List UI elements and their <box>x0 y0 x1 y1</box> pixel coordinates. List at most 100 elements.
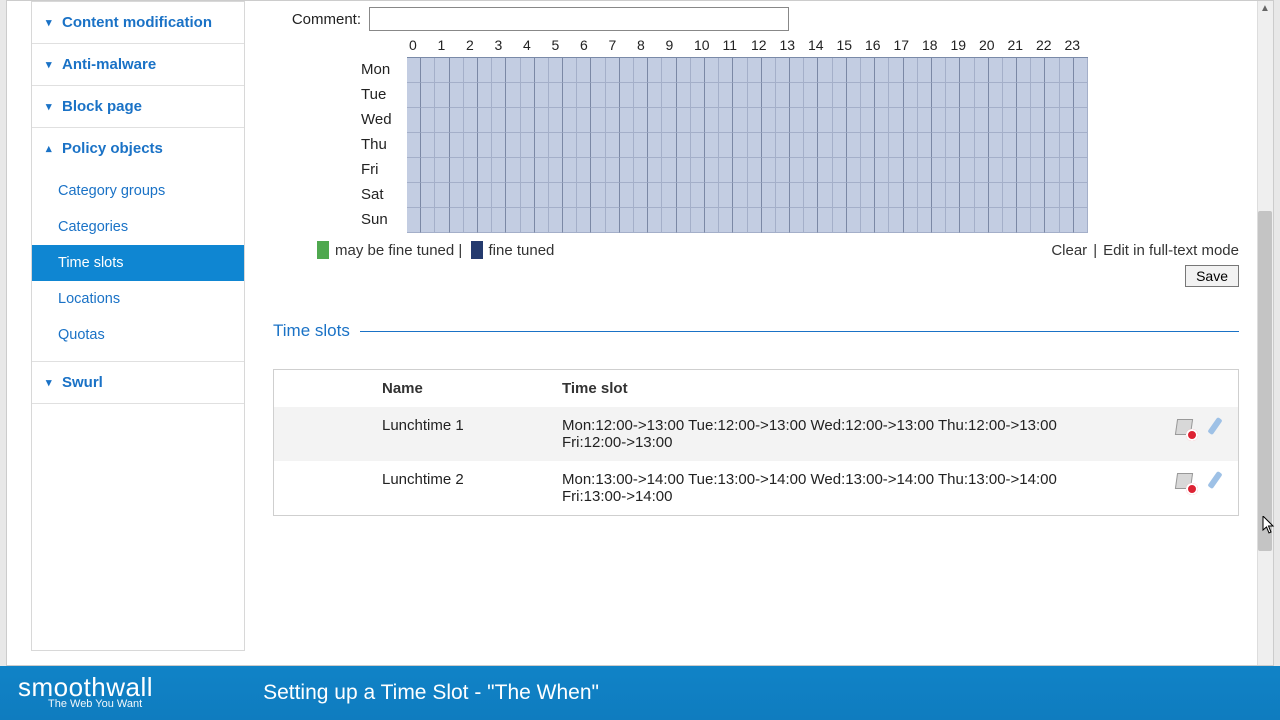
sidebar-item-categories[interactable]: Categories <box>32 209 244 245</box>
grid-cell[interactable] <box>492 158 506 183</box>
grid-cell[interactable] <box>989 58 1003 83</box>
grid-cell[interactable] <box>435 208 449 233</box>
grid-cell[interactable] <box>591 133 605 158</box>
grid-cell[interactable] <box>606 158 620 183</box>
grid-cell[interactable] <box>549 108 563 133</box>
grid-cell[interactable] <box>1031 133 1045 158</box>
grid-cell[interactable] <box>464 158 478 183</box>
grid-cell[interactable] <box>989 108 1003 133</box>
grid-cell[interactable] <box>662 108 676 133</box>
grid-cell[interactable] <box>478 83 492 108</box>
grid-cell[interactable] <box>861 183 875 208</box>
grid-cell[interactable] <box>946 183 960 208</box>
grid-row[interactable] <box>407 158 1088 183</box>
grid-cell[interactable] <box>1074 108 1088 133</box>
grid-cell[interactable] <box>478 158 492 183</box>
grid-cell[interactable] <box>847 58 861 83</box>
grid-cell[interactable] <box>435 83 449 108</box>
grid-cell[interactable] <box>733 58 747 83</box>
grid-cell[interactable] <box>989 133 1003 158</box>
grid-cell[interactable] <box>1060 208 1074 233</box>
grid-cell[interactable] <box>478 183 492 208</box>
grid-cell[interactable] <box>421 58 435 83</box>
grid-cell[interactable] <box>535 133 549 158</box>
edit-icon[interactable] <box>1208 417 1230 439</box>
grid-cell[interactable] <box>932 58 946 83</box>
grid-cell[interactable] <box>450 133 464 158</box>
grid-cell[interactable] <box>549 183 563 208</box>
grid-cell[interactable] <box>889 133 903 158</box>
save-button[interactable]: Save <box>1185 265 1239 287</box>
grid-cell[interactable] <box>818 108 832 133</box>
grid-cell[interactable] <box>591 183 605 208</box>
grid-cell[interactable] <box>606 108 620 133</box>
grid-cell[interactable] <box>989 158 1003 183</box>
grid-cell[interactable] <box>1031 83 1045 108</box>
grid-cell[interactable] <box>691 183 705 208</box>
grid-cell[interactable] <box>705 83 719 108</box>
grid-cell[interactable] <box>492 58 506 83</box>
grid-cell[interactable] <box>847 133 861 158</box>
grid-cell[interactable] <box>506 58 520 83</box>
grid-cell[interactable] <box>435 108 449 133</box>
grid-cell[interactable] <box>790 83 804 108</box>
grid-cell[interactable] <box>492 133 506 158</box>
grid-cell[interactable] <box>1074 208 1088 233</box>
grid-row[interactable] <box>407 58 1088 83</box>
grid-cell[interactable] <box>435 133 449 158</box>
grid-cell[interactable] <box>648 183 662 208</box>
grid-cell[interactable] <box>407 58 421 83</box>
grid-cell[interactable] <box>521 58 535 83</box>
grid-cell[interactable] <box>833 208 847 233</box>
grid-cell[interactable] <box>804 83 818 108</box>
grid-cell[interactable] <box>904 158 918 183</box>
grid-cell[interactable] <box>407 208 421 233</box>
grid-cell[interactable] <box>932 133 946 158</box>
grid-cell[interactable] <box>904 83 918 108</box>
grid-cell[interactable] <box>620 108 634 133</box>
grid-cell[interactable] <box>634 58 648 83</box>
grid-cell[interactable] <box>946 133 960 158</box>
grid-cell[interactable] <box>492 108 506 133</box>
sidebar-header-swurl[interactable]: ▾ Swurl <box>32 362 244 403</box>
grid-cell[interactable] <box>904 108 918 133</box>
grid-cell[interactable] <box>1031 183 1045 208</box>
grid-cell[interactable] <box>833 108 847 133</box>
grid-cell[interactable] <box>790 183 804 208</box>
grid-cell[interactable] <box>506 208 520 233</box>
grid-cell[interactable] <box>833 83 847 108</box>
grid-cell[interactable] <box>662 133 676 158</box>
grid-cell[interactable] <box>634 183 648 208</box>
grid-cell[interactable] <box>450 158 464 183</box>
grid-cell[interactable] <box>691 133 705 158</box>
grid-cell[interactable] <box>535 208 549 233</box>
grid-cell[interactable] <box>719 83 733 108</box>
grid-cell[interactable] <box>1017 183 1031 208</box>
grid-cell[interactable] <box>748 158 762 183</box>
sidebar-header-policy-objects[interactable]: ▴ Policy objects <box>32 128 244 169</box>
grid-cell[interactable] <box>918 108 932 133</box>
grid-cell[interactable] <box>932 83 946 108</box>
grid-cell[interactable] <box>521 108 535 133</box>
grid-cell[interactable] <box>932 183 946 208</box>
grid-cell[interactable] <box>1074 183 1088 208</box>
grid-cell[interactable] <box>861 83 875 108</box>
grid-cell[interactable] <box>989 208 1003 233</box>
grid-cell[interactable] <box>847 158 861 183</box>
grid-cell[interactable] <box>691 158 705 183</box>
grid-cell[interactable] <box>833 133 847 158</box>
grid-cell[interactable] <box>492 183 506 208</box>
grid-cell[interactable] <box>620 58 634 83</box>
grid-cell[interactable] <box>932 158 946 183</box>
grid-cell[interactable] <box>861 108 875 133</box>
grid-cell[interactable] <box>1017 108 1031 133</box>
grid-cell[interactable] <box>875 83 889 108</box>
grid-cell[interactable] <box>648 58 662 83</box>
grid-cell[interactable] <box>1045 158 1059 183</box>
grid-cell[interactable] <box>804 108 818 133</box>
grid-cell[interactable] <box>435 58 449 83</box>
grid-cell[interactable] <box>776 108 790 133</box>
grid-cell[interactable] <box>875 183 889 208</box>
grid-cell[interactable] <box>677 133 691 158</box>
grid-cell[interactable] <box>804 133 818 158</box>
